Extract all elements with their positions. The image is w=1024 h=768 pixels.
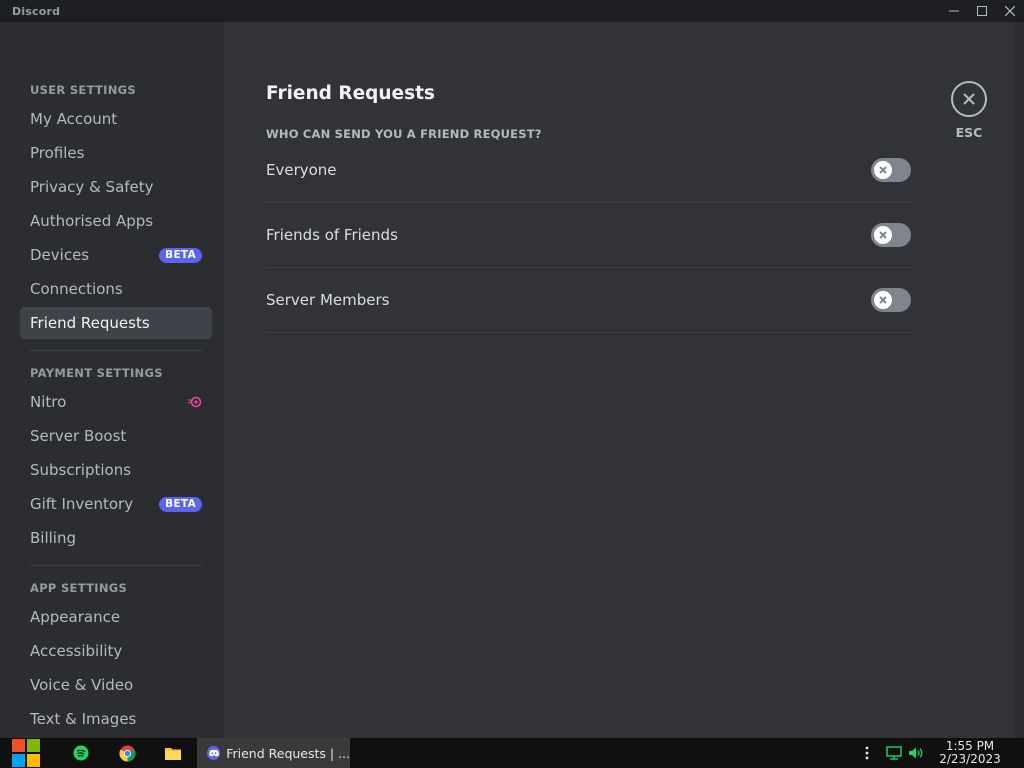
speaker-icon (909, 747, 923, 759)
option-label: Friends of Friends (266, 226, 398, 244)
section-header-payment-settings: PAYMENT SETTINGS (30, 366, 163, 380)
esc-label: ESC (955, 125, 983, 140)
option-row-friends-of-friends: Friends of Friends (266, 223, 911, 290)
section-header-app-settings: APP SETTINGS (30, 581, 128, 595)
sidebar-divider (30, 350, 202, 351)
scroll-gutter (1014, 22, 1024, 738)
sidebar-item-server-boost[interactable]: Server Boost (20, 420, 212, 452)
close-icon (963, 93, 975, 105)
row-divider (266, 267, 911, 268)
option-row-everyone: Everyone (266, 158, 911, 225)
start-button[interactable] (8, 738, 44, 768)
sidebar-item-label: Authorised Apps (30, 212, 154, 230)
nitro-icon (188, 396, 202, 408)
sidebar-item-accessibility[interactable]: Accessibility (20, 635, 212, 667)
title-bar: Discord (0, 0, 1024, 22)
friend-request-subheader: WHO CAN SEND YOU A FRIEND REQUEST? (266, 127, 542, 141)
sidebar-item-my-account[interactable]: My Account (20, 103, 212, 135)
more-vertical-icon (865, 746, 869, 760)
x-icon (879, 231, 887, 239)
sidebar-item-connections[interactable]: Connections (20, 273, 212, 305)
maximize-button[interactable] (968, 0, 996, 22)
x-icon (879, 166, 887, 174)
toggle-knob (874, 291, 892, 309)
beta-badge: BETA (159, 248, 202, 263)
sidebar-item-subscriptions[interactable]: Subscriptions (20, 454, 212, 486)
option-label: Server Members (266, 291, 390, 309)
sidebar-item-label: Nitro (30, 393, 67, 411)
row-divider (266, 202, 911, 203)
sidebar-item-label: Billing (30, 529, 76, 547)
sidebar-item-label: Profiles (30, 144, 85, 162)
close-icon (1005, 6, 1015, 16)
minimize-icon (949, 10, 959, 12)
option-row-server-members: Server Members (266, 288, 911, 355)
maximize-icon (977, 6, 987, 16)
sidebar-item-label: Accessibility (30, 642, 123, 660)
window-controls (940, 0, 1024, 22)
discord-window: Discord USER SETTINGS My Account Profile… (0, 0, 1024, 768)
network-tray-icon[interactable] (882, 738, 906, 768)
settings-content: Friend Requests WHO CAN SEND YOU A FRIEN… (224, 22, 1014, 738)
option-label: Everyone (266, 161, 337, 179)
sidebar-item-label: Subscriptions (30, 461, 132, 479)
clock-date: 2/23/2023 (939, 752, 1001, 766)
folder-icon (165, 748, 181, 760)
sidebar-item-voice-video[interactable]: Voice & Video (20, 669, 212, 701)
sidebar-item-label: Devices (30, 246, 90, 264)
sidebar-item-label: Connections (30, 280, 123, 298)
discord-icon (207, 746, 221, 760)
task-title: Friend Requests | ... (226, 745, 350, 761)
sidebar-item-devices[interactable]: Devices BETA (20, 239, 212, 271)
sidebar-item-label: My Account (30, 110, 118, 128)
sidebar-item-label: Friend Requests (30, 314, 150, 332)
sidebar-item-privacy-safety[interactable]: Privacy & Safety (20, 171, 212, 203)
volume-tray-icon[interactable] (906, 738, 926, 768)
sidebar-item-gift-inventory[interactable]: Gift Inventory BETA (20, 488, 212, 520)
toggle-knob (874, 226, 892, 244)
windows-logo-icon (12, 739, 40, 767)
chrome-taskbar-icon[interactable] (116, 742, 138, 764)
spotify-taskbar-icon[interactable] (70, 742, 92, 764)
close-settings: ESC (951, 81, 987, 140)
file-explorer-taskbar-icon[interactable] (162, 742, 184, 764)
section-header-user-settings: USER SETTINGS (30, 83, 136, 97)
tray-overflow-button[interactable] (860, 738, 874, 768)
minimize-button[interactable] (940, 0, 968, 22)
close-window-button[interactable] (996, 0, 1024, 22)
everyone-toggle[interactable] (871, 158, 911, 182)
app-title: Discord (12, 4, 61, 18)
sidebar-item-friend-requests[interactable]: Friend Requests (20, 307, 212, 339)
sidebar-item-label: Text & Images (30, 710, 137, 728)
discord-taskbar-task[interactable]: Friend Requests | ... (197, 738, 350, 768)
sidebar-item-text-images[interactable]: Text & Images (20, 703, 212, 735)
sidebar-item-label: Privacy & Safety (30, 178, 154, 196)
taskbar: Friend Requests | ... 1:55 PM 2/23/2023 (0, 738, 1024, 768)
friends-of-friends-toggle[interactable] (871, 223, 911, 247)
server-members-toggle[interactable] (871, 288, 911, 312)
network-icon (886, 746, 902, 760)
settings-sidebar: USER SETTINGS My Account Profiles Privac… (0, 22, 224, 738)
row-divider (266, 332, 911, 333)
sidebar-item-label: Appearance (30, 608, 121, 626)
sidebar-item-nitro[interactable]: Nitro (20, 386, 212, 418)
toggle-knob (874, 161, 892, 179)
beta-badge: BETA (159, 497, 202, 512)
page-title: Friend Requests (266, 83, 435, 104)
sidebar-item-profiles[interactable]: Profiles (20, 137, 212, 169)
sidebar-divider (30, 565, 202, 566)
sidebar-item-label: Server Boost (30, 427, 127, 445)
sidebar-item-billing[interactable]: Billing (20, 522, 212, 554)
close-settings-button[interactable] (951, 81, 987, 117)
sidebar-item-authorised-apps[interactable]: Authorised Apps (20, 205, 212, 237)
taskbar-clock[interactable]: 1:55 PM 2/23/2023 (928, 740, 1012, 766)
chrome-icon (118, 745, 136, 761)
sidebar-item-label: Gift Inventory (30, 495, 134, 513)
sidebar-item-appearance[interactable]: Appearance (20, 601, 212, 633)
system-tray (860, 738, 926, 768)
spotify-icon (73, 745, 89, 761)
x-icon (879, 296, 887, 304)
sidebar-item-label: Voice & Video (30, 676, 134, 694)
